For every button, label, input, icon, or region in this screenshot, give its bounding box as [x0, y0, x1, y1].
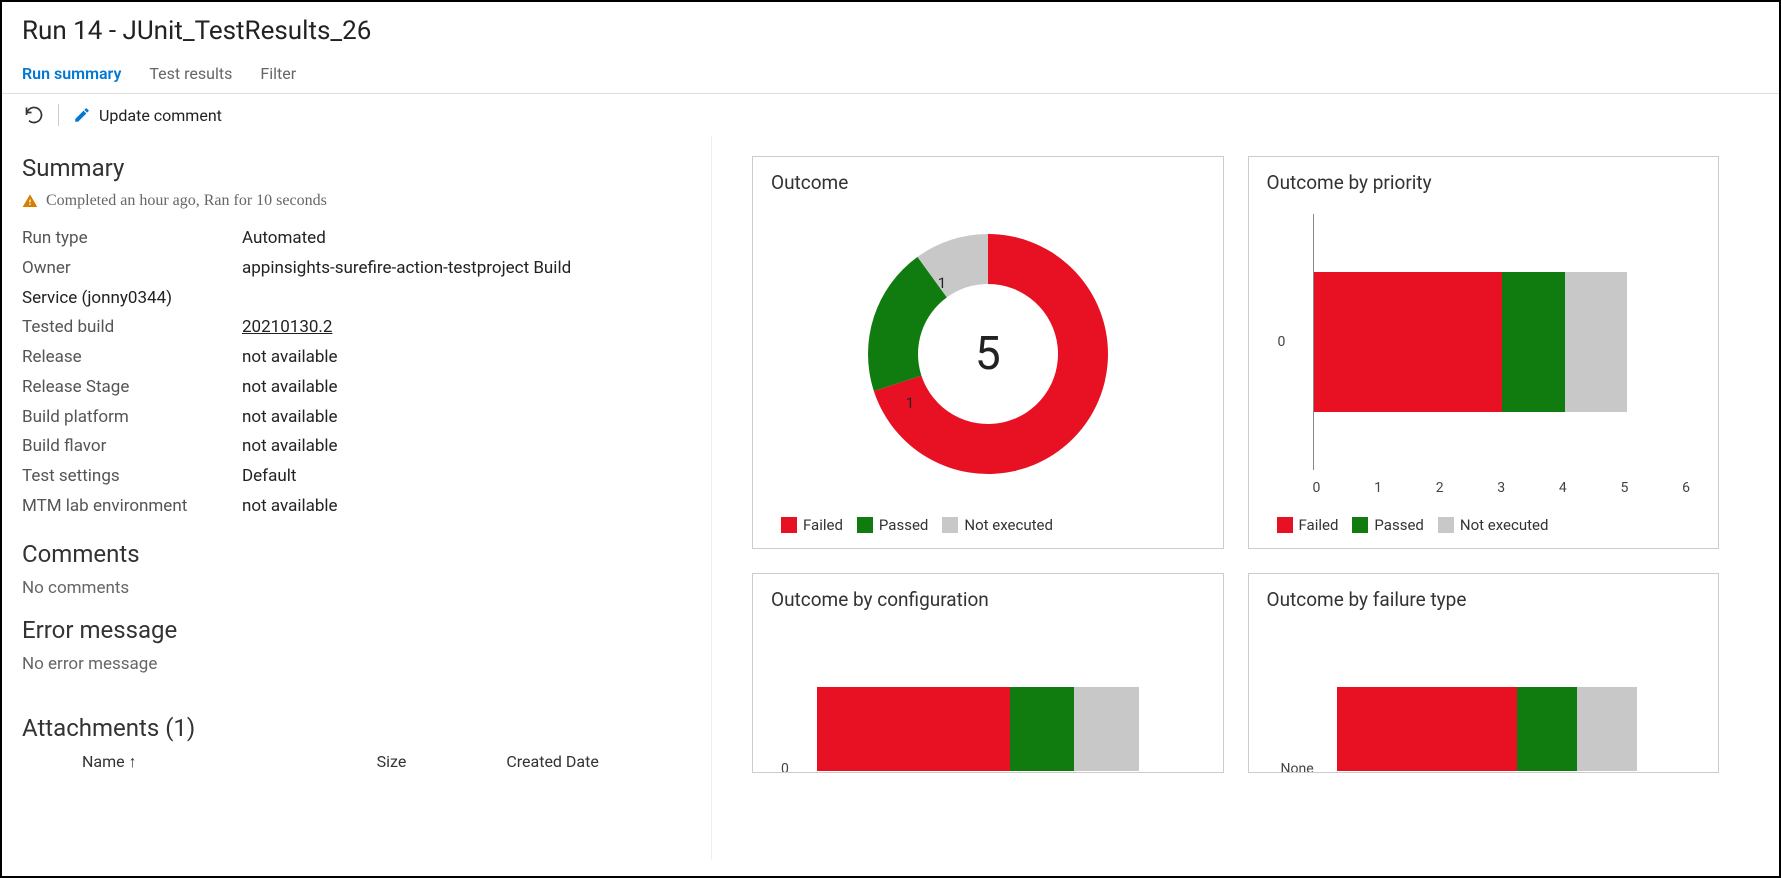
left-pane[interactable]: Summary Completed an hour ago, Ran for 1…: [2, 136, 712, 860]
build-flavor-value: not available: [242, 432, 338, 462]
status-line: Completed an hour ago, Ran for 10 second…: [22, 192, 691, 210]
attachments-heading: Attachments (1): [22, 714, 691, 742]
legend-not-executed[interactable]: Not executed: [1438, 516, 1549, 534]
legend-passed[interactable]: Passed: [1352, 516, 1423, 534]
bar-chart-failure[interactable]: None: [1267, 621, 1701, 773]
release-value: not available: [242, 343, 338, 373]
mtm-label: MTM lab environment: [22, 492, 242, 522]
attachments-columns: Name ↑ Size Created Date: [22, 752, 691, 772]
pencil-icon: [73, 106, 91, 124]
card-outcome-failure: Outcome by failure type None: [1248, 573, 1720, 773]
card-outcome-failure-title: Outcome by failure type: [1267, 588, 1701, 611]
error-body: No error message: [22, 654, 691, 674]
donut-chart[interactable]: 5 3 1 1: [808, 204, 1168, 504]
bar-chart-config[interactable]: 0: [771, 621, 1205, 773]
card-outcome-priority-title: Outcome by priority: [1267, 171, 1701, 194]
test-settings-label: Test settings: [22, 462, 242, 492]
owner-label: Owner: [22, 254, 242, 284]
warning-icon: [22, 193, 38, 209]
col-created[interactable]: Created Date: [506, 752, 599, 772]
donut-total: 5: [975, 327, 1001, 381]
legend-priority: Failed Passed Not executed: [1267, 516, 1701, 534]
right-pane: Outcome 5 3 1: [712, 136, 1779, 860]
build-platform-value: not available: [242, 403, 338, 433]
card-outcome-priority: Outcome by priority 0 0123456: [1248, 156, 1720, 549]
status-text: Completed an hour ago, Ran for 10 second…: [46, 192, 327, 210]
tab-run-summary[interactable]: Run summary: [22, 64, 121, 83]
release-label: Release: [22, 343, 242, 373]
update-comment-label: Update comment: [99, 106, 222, 125]
priority-ycat: 0: [1278, 334, 1286, 350]
run-type-value: Automated: [242, 224, 326, 254]
card-outcome: Outcome 5 3 1: [752, 156, 1224, 549]
legend-failed[interactable]: Failed: [1277, 516, 1339, 534]
priority-xaxis: 0123456: [1313, 480, 1691, 496]
card-outcome-config: Outcome by configuration 0: [752, 573, 1224, 773]
owner-value-line2: Service (jonny0344): [22, 284, 691, 314]
comments-body: No comments: [22, 578, 691, 598]
legend-outcome: Failed Passed Not executed: [771, 516, 1205, 534]
release-stage-label: Release Stage: [22, 373, 242, 403]
refresh-icon[interactable]: [24, 105, 44, 125]
owner-value: appinsights-surefire-action-testproject …: [242, 254, 571, 284]
bar-chart-priority[interactable]: 0 0123456: [1267, 204, 1701, 504]
comments-heading: Comments: [22, 540, 691, 568]
config-ycat: 0: [781, 761, 789, 773]
col-name[interactable]: Name ↑: [82, 752, 137, 772]
tab-filter[interactable]: Filter: [260, 64, 296, 83]
sort-asc-icon: ↑: [129, 752, 137, 772]
release-stage-value: not available: [242, 373, 338, 403]
page-title: Run 14 - JUnit_TestResults_26: [22, 16, 1759, 46]
card-outcome-config-title: Outcome by configuration: [771, 588, 1205, 611]
donut-label-failed: 3: [1076, 390, 1084, 408]
col-size[interactable]: Size: [377, 752, 407, 772]
summary-heading: Summary: [22, 154, 691, 182]
run-type-label: Run type: [22, 224, 242, 254]
test-settings-value: Default: [242, 462, 296, 492]
tab-bar: Run summary Test results Filter: [2, 54, 1779, 94]
update-comment-button[interactable]: Update comment: [73, 106, 222, 125]
build-platform-label: Build platform: [22, 403, 242, 433]
tested-build-link[interactable]: 20210130.2: [242, 313, 332, 343]
card-outcome-title: Outcome: [771, 171, 1205, 194]
toolbar: Update comment: [2, 94, 1779, 136]
donut-label-passed: 1: [906, 394, 914, 412]
donut-label-notexec: 1: [938, 274, 946, 292]
attachments-hscroll[interactable]: [22, 776, 691, 794]
tested-build-label: Tested build: [22, 313, 242, 343]
legend-not-executed[interactable]: Not executed: [942, 516, 1053, 534]
tab-test-results[interactable]: Test results: [149, 64, 232, 83]
failure-ycat: None: [1281, 761, 1314, 773]
legend-passed[interactable]: Passed: [857, 516, 928, 534]
build-flavor-label: Build flavor: [22, 432, 242, 462]
legend-failed[interactable]: Failed: [781, 516, 843, 534]
toolbar-separator: [58, 104, 59, 126]
error-heading: Error message: [22, 616, 691, 644]
mtm-value: not available: [242, 492, 338, 522]
